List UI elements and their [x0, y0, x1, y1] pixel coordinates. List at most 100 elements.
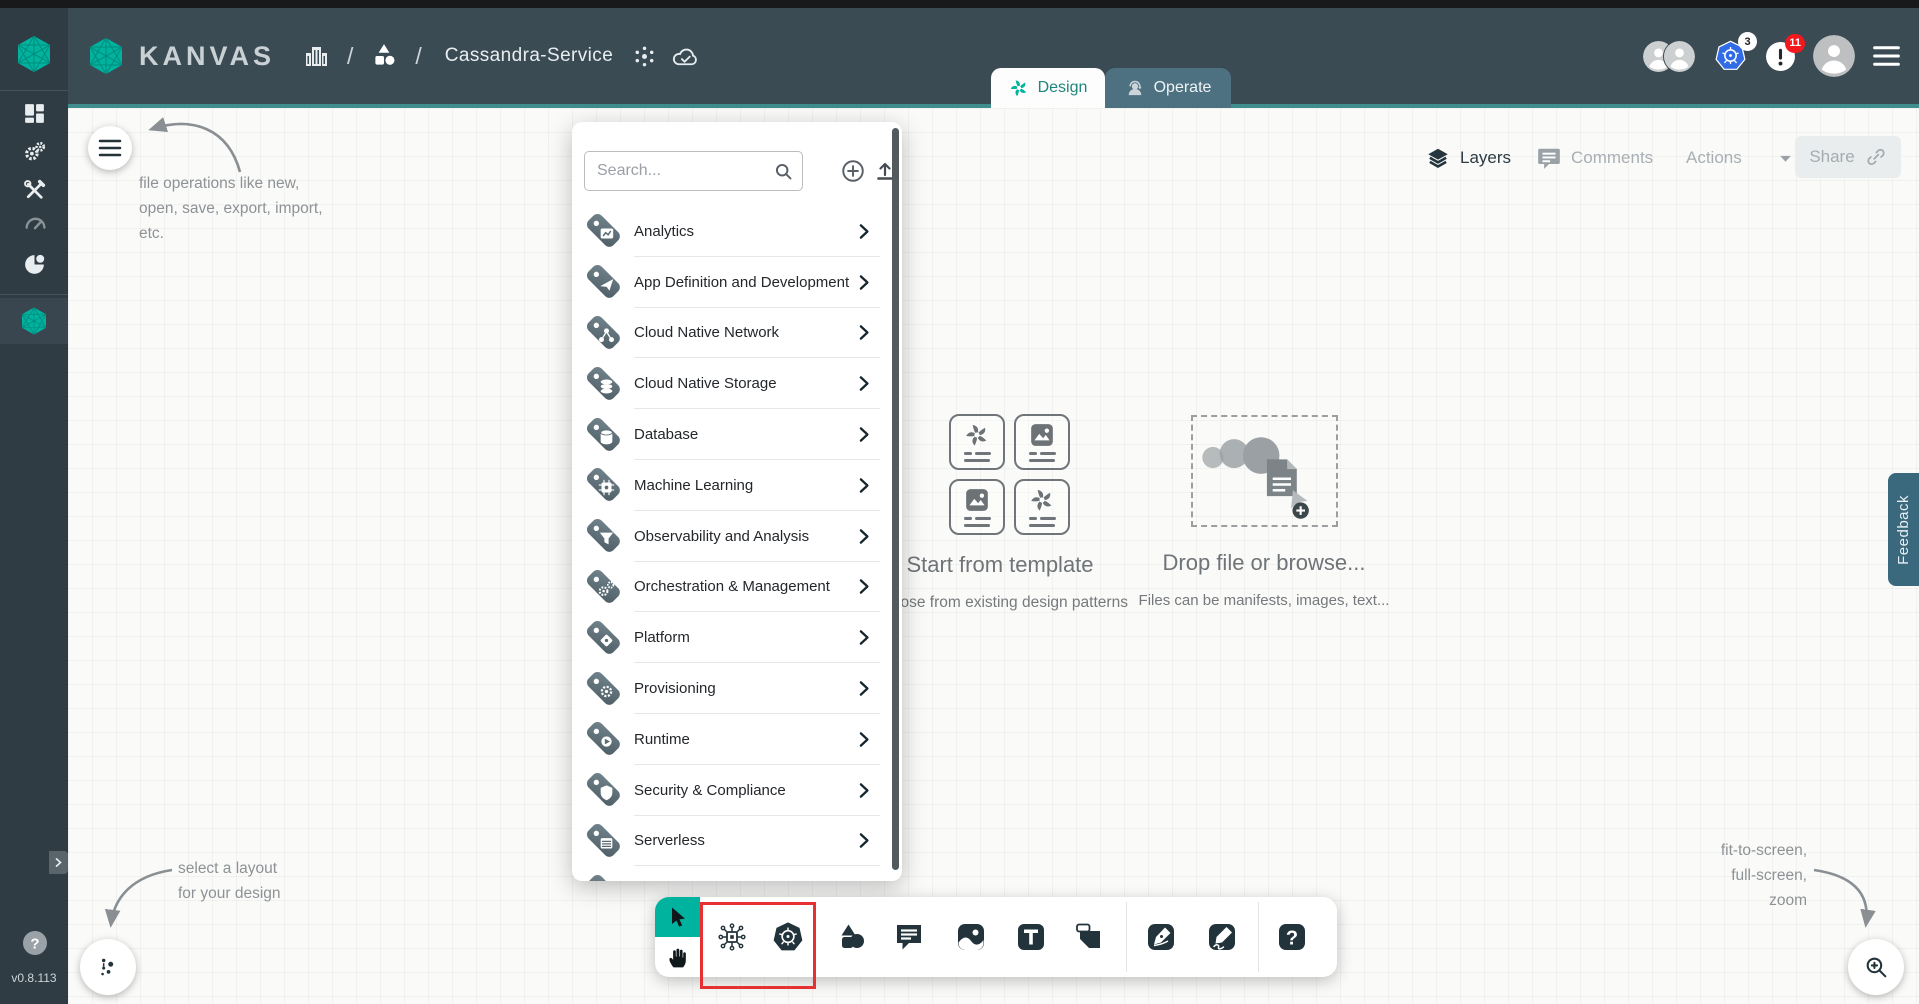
component-search-panel: AnalyticsApp Definition and DevelopmentC…: [572, 122, 902, 881]
layers-label: Layers: [1460, 148, 1511, 168]
category-row[interactable]: Cloud Native Storage: [572, 358, 902, 409]
chevron-down-icon: [1777, 150, 1794, 167]
svg-text:?: ?: [30, 936, 39, 953]
building-icon[interactable]: [304, 44, 330, 68]
drop-file-title[interactable]: Drop file or browse...: [1163, 550, 1366, 576]
file-operations-annotation: file operations like new, open, save, ex…: [139, 171, 359, 246]
help-button[interactable]: ?: [22, 930, 48, 956]
category-row[interactable]: Security & Compliance: [572, 765, 902, 816]
provisioning-tag-icon: [584, 669, 624, 709]
pan-tool[interactable]: [655, 937, 700, 977]
template-card[interactable]: [949, 414, 1005, 470]
collaborator-avatars[interactable]: [1642, 40, 1696, 73]
layers-button[interactable]: Layers: [1425, 140, 1511, 176]
layout-graph-icon: [95, 954, 121, 980]
share-button[interactable]: Share: [1795, 136, 1901, 178]
category-label: Cloud Native Storage: [634, 375, 777, 392]
category-row[interactable]: Provisioning: [572, 663, 902, 714]
search-icon[interactable]: [773, 161, 794, 182]
sidebar-item-configuration[interactable]: [16, 172, 52, 208]
actions-dropdown[interactable]: Actions: [1686, 140, 1794, 176]
avatar: [1663, 40, 1696, 73]
comments-button[interactable]: Comments: [1536, 140, 1653, 176]
breadcrumb-design-name[interactable]: Cassandra-Service: [445, 45, 613, 67]
category-row[interactable]: Serverless: [572, 816, 902, 867]
sidebar-item-kanvas[interactable]: [0, 298, 68, 344]
chevron-right-icon: [853, 576, 874, 597]
gray-spiral-icon: [964, 422, 990, 448]
comment-tool-icon: [892, 920, 926, 954]
category-label: Security & Compliance: [634, 782, 786, 799]
kanvas-hexagon-icon: [19, 306, 49, 336]
gray-spiral-icon: [1029, 487, 1055, 513]
drop-file-zone[interactable]: [1191, 415, 1338, 527]
comment-tool[interactable]: [892, 920, 926, 954]
kubernetes-tool[interactable]: [771, 920, 805, 954]
tab-operate[interactable]: Operate: [1105, 68, 1231, 108]
operator-person-icon: [1125, 78, 1145, 98]
dashboard-icon: [22, 101, 47, 126]
category-row[interactable]: Analytics: [572, 206, 902, 257]
tab-design[interactable]: Design: [991, 68, 1105, 108]
template-thumbnails[interactable]: [949, 414, 1070, 535]
network-tag-icon: [584, 313, 624, 353]
pencil-tool[interactable]: [1205, 920, 1239, 954]
template-card[interactable]: [1014, 414, 1070, 470]
profile-avatar[interactable]: [1813, 35, 1855, 77]
kubernetes-context-button[interactable]: 3: [1713, 39, 1748, 73]
mesh-component-icon: [715, 920, 749, 954]
sidebar-expand-button[interactable]: [49, 851, 68, 874]
category-row[interactable]: Cloud Native Network: [572, 308, 902, 359]
shapes-icon[interactable]: [370, 42, 398, 70]
layout-annotation: select a layout for your design: [178, 856, 318, 906]
image-tool[interactable]: [954, 920, 988, 954]
select-tool[interactable]: [655, 897, 700, 937]
menu-icon[interactable]: [1872, 43, 1901, 69]
category-label: Serverless: [634, 832, 705, 849]
sidebar-item-extensions[interactable]: [16, 246, 52, 282]
category-row[interactable]: Observability and Analysis: [572, 511, 902, 562]
start-from-template-title[interactable]: Start from template: [906, 552, 1093, 578]
category-row[interactable]: Machine Learning: [572, 460, 902, 511]
sidebar-item-dashboard[interactable]: [16, 95, 52, 131]
search-input[interactable]: [584, 151, 803, 191]
help-tool[interactable]: ?: [1275, 920, 1309, 954]
view-controls-annotation: fit-to-screen, full-screen, zoom: [1647, 838, 1807, 913]
drop-file-illustration: [1193, 417, 1336, 525]
category-row[interactable]: Orchestration & Management: [572, 562, 902, 613]
template-card[interactable]: [1014, 479, 1070, 535]
breadcrumb-separator: /: [347, 43, 353, 70]
cloud-check-icon: [670, 44, 701, 69]
chevron-right-icon: [853, 678, 874, 699]
zoom-controls-button[interactable]: [1848, 939, 1904, 995]
chevron-right-icon: [853, 424, 874, 445]
panel-scrollbar[interactable]: [892, 128, 899, 870]
category-row[interactable]: Runtime: [572, 714, 902, 765]
pen-tool[interactable]: [1144, 920, 1178, 954]
category-row[interactable]: App Definition and Development: [572, 257, 902, 308]
chevron-right-icon: [853, 627, 874, 648]
header-breadcrumb-area: KANVAS / / Cassandra-Service: [86, 8, 701, 104]
layout-selector-button[interactable]: [80, 939, 136, 995]
add-component-icon[interactable]: [840, 158, 866, 184]
text-tool[interactable]: [1014, 920, 1048, 954]
serverless-tag-icon: [584, 821, 624, 861]
notifications-button[interactable]: 11: [1765, 41, 1796, 72]
sidebar-item-performance[interactable]: [16, 205, 52, 241]
category-row[interactable]: Platform: [572, 612, 902, 663]
cursor-icon: [666, 905, 690, 929]
note-tool[interactable]: [1072, 920, 1106, 954]
category-label: Runtime: [634, 731, 690, 748]
file-menu-button[interactable]: [88, 126, 132, 170]
component-tool[interactable]: [715, 920, 749, 954]
shapes-tool[interactable]: [835, 920, 869, 954]
text-tool-icon: [1014, 920, 1048, 954]
sidebar-item-lifecycle[interactable]: [16, 133, 52, 169]
performance-icon: [22, 211, 47, 236]
category-row[interactable]: Database: [572, 409, 902, 460]
feedback-tab[interactable]: Feedback: [1888, 473, 1919, 586]
template-card[interactable]: [949, 479, 1005, 535]
category-label: Provisioning: [634, 680, 716, 697]
mesh-sync-icon[interactable]: [632, 44, 657, 69]
note-tool-icon: [1072, 920, 1106, 954]
